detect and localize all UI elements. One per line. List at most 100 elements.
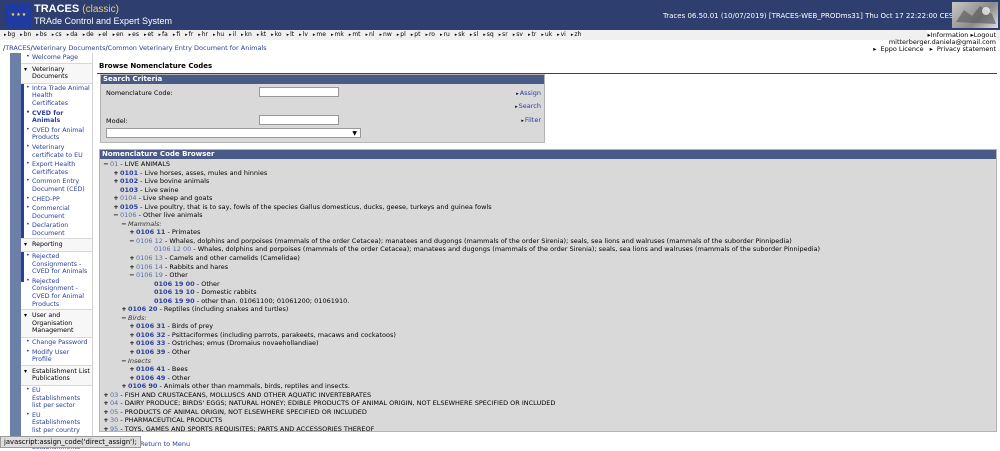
sidebar-section[interactable]: Establishment List Publications	[21, 364, 92, 386]
tree-code-link[interactable]: 0106 13	[136, 254, 163, 262]
tree-code-link[interactable]: 0106 19 10	[154, 288, 195, 296]
language-link-ro[interactable]: ro	[425, 30, 435, 40]
eppo-licence-link[interactable]: ▸ Eppo Licence	[873, 45, 923, 53]
language-link-lv[interactable]: lv	[299, 30, 308, 40]
model-input[interactable]	[259, 115, 339, 125]
tree-code-link[interactable]: 0102	[120, 177, 138, 185]
tree-code-link[interactable]: 0106 11	[136, 228, 165, 236]
language-link-et[interactable]: et	[144, 30, 153, 40]
tree-code-link[interactable]: 0106 32	[136, 331, 165, 339]
language-link-pt[interactable]: pt	[411, 30, 420, 40]
language-link-kn[interactable]: kn	[241, 30, 252, 40]
tree-code-link[interactable]: 0106 31	[136, 322, 165, 330]
language-link-me[interactable]: me	[313, 30, 326, 40]
collapse-icon[interactable]: −	[120, 357, 128, 366]
language-link-nw[interactable]: nw	[380, 30, 392, 40]
tree-code-link[interactable]: 0106	[120, 211, 137, 219]
expand-icon[interactable]: +	[102, 408, 110, 417]
sidebar-item[interactable]: Export Health Certificates	[21, 160, 92, 177]
language-link-nl[interactable]: nl	[366, 30, 374, 40]
expand-icon[interactable]: +	[120, 305, 128, 314]
tree-code-link[interactable]: 0105	[120, 203, 138, 211]
tree-code-link[interactable]: 0106 19 00	[154, 280, 195, 288]
expand-icon[interactable]: +	[128, 331, 136, 340]
sidebar-section[interactable]: Reporting	[21, 238, 92, 253]
sidebar-item[interactable]: Commercial Document	[21, 204, 92, 221]
expand-icon[interactable]: +	[128, 348, 136, 357]
expand-icon[interactable]: +	[128, 254, 136, 263]
sidebar-section[interactable]: Veterinary Documents	[21, 62, 92, 84]
search-link[interactable]: Search	[515, 102, 541, 110]
language-link-fi[interactable]: fi	[173, 30, 180, 40]
language-link-fr[interactable]: fr	[185, 30, 194, 40]
language-link-ko[interactable]: ko	[271, 30, 282, 40]
collapse-icon[interactable]: −	[128, 237, 136, 246]
language-link-bs[interactable]: bs	[36, 30, 47, 40]
sidebar-item[interactable]: Modify User Profile	[21, 348, 92, 365]
nomenclature-code-input[interactable]	[259, 87, 339, 97]
language-link-zh[interactable]: zh	[571, 30, 581, 40]
expand-icon[interactable]: +	[120, 382, 128, 391]
language-link-cs[interactable]: cs	[52, 30, 61, 40]
language-link-ru[interactable]: ru	[440, 30, 449, 40]
language-link-uk[interactable]: uk	[541, 30, 552, 40]
return-to-menu-link[interactable]: Return to Menu	[140, 440, 190, 448]
sidebar-item[interactable]: Intra Trade Animal Health Certificates	[21, 84, 92, 109]
collapse-icon[interactable]: −	[120, 314, 128, 323]
tree-code-link[interactable]: 0101	[120, 169, 138, 177]
expand-icon[interactable]: +	[112, 177, 120, 186]
language-link-vi[interactable]: vi	[557, 30, 566, 40]
sidebar-section[interactable]: User and Organisation Management	[21, 309, 92, 338]
tree-code-link[interactable]: 0106 49	[136, 374, 165, 382]
filter-link[interactable]: Filter	[521, 116, 541, 124]
assign-link[interactable]: Assign	[516, 89, 541, 97]
tree-code-link[interactable]: 0106 19 90	[154, 297, 195, 305]
language-link-el[interactable]: el	[99, 30, 107, 40]
privacy-statement-link[interactable]: ▸ Privacy statement	[930, 45, 996, 53]
sidebar-item[interactable]: CVED for Animal Products	[21, 126, 92, 143]
expand-icon[interactable]: +	[102, 425, 110, 434]
expand-icon[interactable]: +	[112, 169, 120, 178]
sidebar-item[interactable]: CVED for Animals	[21, 109, 92, 126]
language-link-en[interactable]: en	[113, 30, 124, 40]
language-link-sl[interactable]: sl	[470, 30, 478, 40]
sidebar-item[interactable]: Declaration Document	[21, 221, 92, 238]
expand-icon[interactable]: +	[128, 228, 136, 237]
language-link-mk[interactable]: mk	[331, 30, 343, 40]
tree-code-link[interactable]: 0104	[120, 194, 137, 202]
sidebar-item[interactable]: EU Establishments list per country	[21, 411, 92, 436]
collapse-icon[interactable]: −	[102, 160, 110, 169]
sidebar-item[interactable]: Change Password	[21, 338, 92, 348]
expand-icon[interactable]: +	[128, 322, 136, 331]
sidebar-item[interactable]: Rejected Consignment - CVED for Animal P…	[21, 277, 92, 309]
breadcrumb-veterinary-documents[interactable]: Veterinary Documents	[33, 44, 106, 52]
breadcrumb-traces[interactable]: TRACES	[5, 44, 30, 52]
tree-code-link[interactable]: 0106 19	[136, 271, 163, 279]
language-link-da[interactable]: da	[67, 30, 78, 40]
language-link-lt[interactable]: lt	[287, 30, 294, 40]
tree-code-link[interactable]: 0103	[120, 186, 138, 194]
expand-icon[interactable]: +	[102, 391, 110, 400]
expand-icon[interactable]: +	[112, 203, 120, 212]
expand-icon[interactable]: +	[102, 399, 110, 408]
language-link-sv[interactable]: sv	[513, 30, 523, 40]
expand-icon[interactable]: +	[128, 374, 136, 383]
sidebar-item[interactable]: Common Entry Document (CED)	[21, 177, 92, 194]
tree-code-link[interactable]: 0106 20	[128, 305, 157, 313]
language-link-bn[interactable]: bn	[20, 30, 32, 40]
tree-code-link[interactable]: 0106 39	[136, 348, 165, 356]
language-link-sq[interactable]: sq	[483, 30, 494, 40]
sidebar-item[interactable]: Veterinary certificate to EU	[21, 143, 92, 160]
language-link-sk[interactable]: sk	[455, 30, 465, 40]
language-link-mt[interactable]: mt	[349, 30, 360, 40]
collapse-icon[interactable]: −	[120, 220, 128, 229]
language-link-es[interactable]: es	[129, 30, 139, 40]
breadcrumb-cved-animals[interactable]: Common Veterinary Entry Document for Ani…	[108, 44, 267, 52]
tree-code-link[interactable]: 0106 14	[136, 263, 163, 271]
model-select[interactable]: ▼	[106, 128, 361, 138]
language-link-tr[interactable]: tr	[528, 30, 536, 40]
expand-icon[interactable]: +	[128, 263, 136, 272]
tree-code-link[interactable]: 0106 12	[136, 237, 163, 245]
expand-icon[interactable]: +	[128, 365, 136, 374]
language-link-bg[interactable]: bg	[4, 30, 16, 40]
